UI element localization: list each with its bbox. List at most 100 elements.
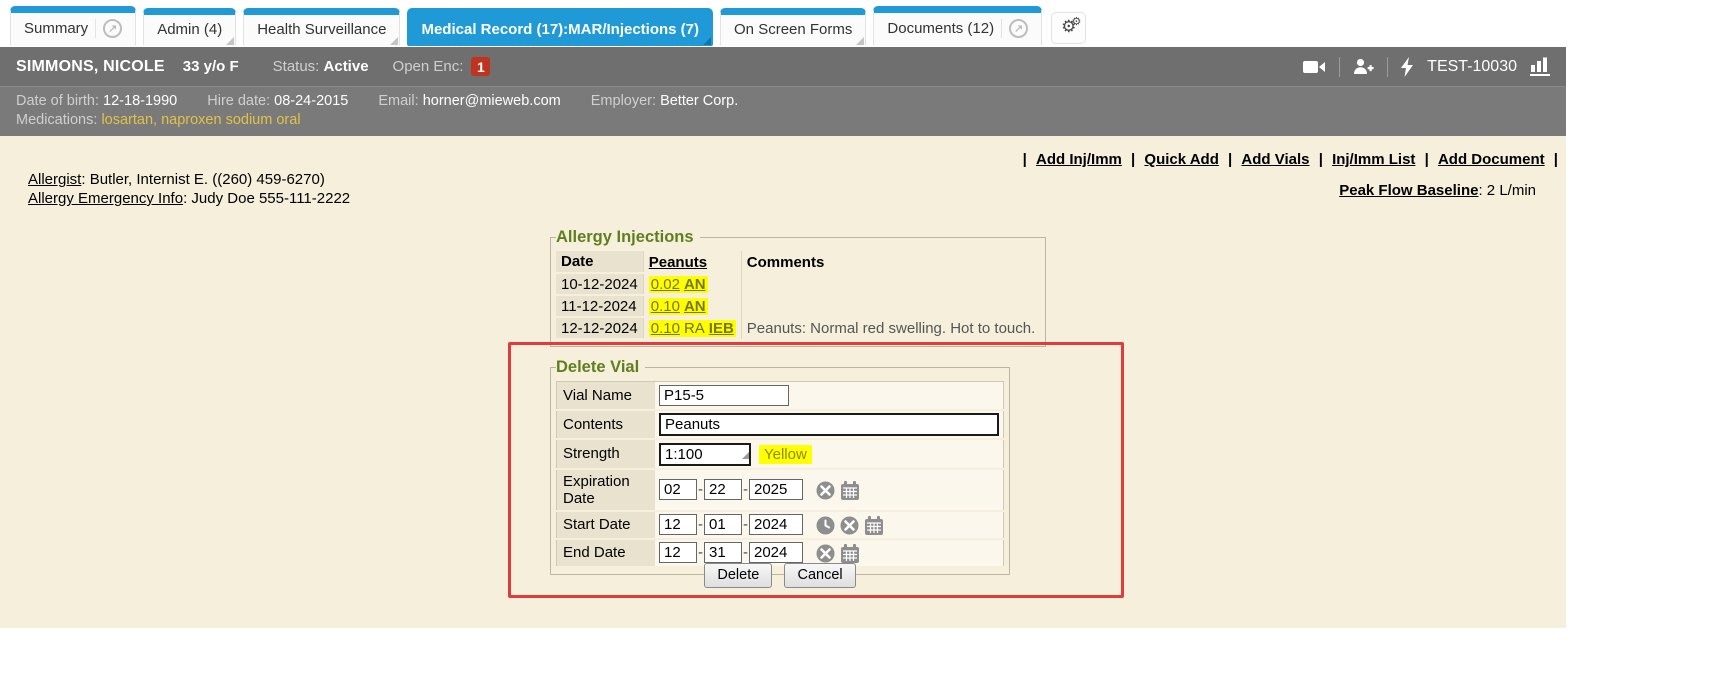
add-document-link[interactable]: Add Document (1438, 151, 1545, 168)
injection-date: 12-12-2024 (556, 317, 643, 339)
allergist-value: : Butler, Internist E. ((260) 459-6270) (81, 171, 324, 188)
popout-icon[interactable] (1009, 19, 1028, 38)
patient-age-sex: 33 y/o F (183, 58, 239, 75)
lightning-bolt-icon[interactable] (1401, 57, 1414, 77)
contents-row: Contents (557, 410, 1004, 439)
dose-link[interactable]: 0.10 (651, 320, 680, 337)
injection-comment: Peanuts: Normal red swelling. Hot to tou… (741, 317, 1040, 339)
allergist-link[interactable]: Allergist (28, 171, 81, 188)
tab-dropdown-corner-icon (703, 37, 711, 45)
gear-small-icon: ⚙ (1071, 15, 1081, 28)
start-day-input[interactable] (704, 514, 742, 535)
status-value: Active (324, 58, 369, 75)
dose-link[interactable]: 0.10 (651, 298, 680, 315)
popout-icon[interactable] (103, 19, 122, 38)
cancel-button[interactable]: Cancel (784, 563, 855, 588)
dob-value: 12-18-1990 (103, 93, 177, 109)
vial-name-row: Vial Name (557, 382, 1004, 410)
allergy-emergency-value: : Judy Doe 555-111-2222 (183, 190, 350, 207)
allergy-injections-table: Date Peanuts Comments 10-12-2024 0.02AN … (556, 251, 1040, 340)
tab-divider (95, 19, 96, 38)
calendar-icon[interactable] (840, 544, 860, 563)
allergist-line: Allergist: Butler, Internist E. ((260) 4… (28, 170, 350, 189)
peanuts-column-link[interactable]: Peanuts (649, 254, 707, 271)
tab-health-surveillance[interactable]: Health Surveillance (243, 8, 400, 46)
injection-dose-cell: 0.02AN (643, 273, 741, 295)
code-link[interactable]: AN (684, 298, 706, 315)
patient-id: TEST-10030 (1427, 58, 1517, 76)
start-date-row: Start Date (557, 511, 1004, 539)
dose-highlight: 0.10AN (649, 298, 708, 315)
pipe-separator (1425, 151, 1429, 168)
tab-on-screen-forms[interactable]: On Screen Forms (720, 8, 866, 46)
table-header-row: Date Peanuts Comments (556, 251, 1040, 273)
code-link[interactable]: AN (684, 276, 706, 293)
tab-summary[interactable]: Summary (10, 6, 136, 46)
expiration-date-cell (655, 469, 1004, 511)
dob-pair: Date of birth: 12-18-1990 (16, 93, 177, 109)
divider (1339, 57, 1340, 77)
tab-documents[interactable]: Documents (12) (873, 6, 1042, 46)
tab-health-surveillance-label: Health Surveillance (257, 21, 386, 38)
info-line-2: Medications: losartannaproxen sodium ora… (16, 111, 1550, 130)
add-inj-imm-link[interactable]: Add Inj/Imm (1036, 151, 1122, 168)
expiration-month-input[interactable] (659, 479, 697, 500)
delete-button[interactable]: Delete (704, 563, 772, 588)
clear-date-icon[interactable] (840, 516, 859, 535)
open-encounters: Open Enc: 1 (393, 57, 491, 76)
vial-name-label: Vial Name (557, 382, 656, 410)
medication-link[interactable]: losartan (101, 112, 153, 128)
vial-name-input[interactable] (659, 385, 789, 406)
peak-flow-link[interactable]: Peak Flow Baseline (1339, 182, 1478, 199)
settings-button[interactable]: ⚙ ⚙ (1051, 12, 1086, 44)
patient-bar-actions: TEST-10030 (1303, 57, 1550, 77)
strength-input[interactable] (659, 443, 751, 466)
allergy-emergency-link[interactable]: Allergy Emergency Info (28, 190, 183, 207)
tab-medical-record-label: Medical Record (17):MAR/Injections (7) (421, 21, 699, 38)
quick-add-link[interactable]: Quick Add (1144, 151, 1218, 168)
calendar-icon[interactable] (864, 516, 884, 535)
tab-divider (1001, 19, 1002, 38)
start-year-input[interactable] (749, 514, 803, 535)
tab-admin[interactable]: Admin (4) (143, 8, 236, 46)
expiration-year-input[interactable] (749, 479, 803, 500)
dob-label: Date of birth: (16, 93, 99, 109)
col-header-date: Date (556, 251, 643, 273)
add-person-icon[interactable] (1353, 58, 1374, 75)
tab-dropdown-corner-icon (226, 37, 234, 45)
inj-imm-list-link[interactable]: Inj/Imm List (1332, 151, 1415, 168)
patient-name: SIMMONS, NICOLE (16, 58, 165, 76)
end-month-input[interactable] (659, 542, 697, 563)
clock-icon[interactable] (816, 516, 835, 535)
add-vials-link[interactable]: Add Vials (1241, 151, 1309, 168)
app-window: Summary Admin (4) Health Surveillance Me… (0, 0, 1566, 628)
video-camera-icon[interactable] (1303, 59, 1326, 75)
hire-date-pair: Hire date: 08-24-2015 (207, 93, 348, 109)
date-separator (743, 516, 748, 533)
resize-grip-icon[interactable] (742, 452, 749, 459)
strength-color-tag: Yellow (759, 445, 812, 464)
open-enc-count-badge[interactable]: 1 (471, 57, 490, 76)
table-row: 11-12-2024 0.10AN (556, 295, 1040, 317)
injection-comment (741, 295, 1040, 317)
dose-link[interactable]: 0.02 (651, 276, 680, 293)
tab-dropdown-corner-icon (856, 37, 864, 45)
start-month-input[interactable] (659, 514, 697, 535)
clear-date-icon[interactable] (816, 544, 835, 563)
medications-label: Medications: (16, 112, 97, 128)
end-date-icons (816, 544, 860, 563)
end-day-input[interactable] (704, 542, 742, 563)
expiration-day-input[interactable] (704, 479, 742, 500)
strength-row: Strength Yellow (557, 439, 1004, 469)
end-year-input[interactable] (749, 542, 803, 563)
contents-input[interactable] (659, 413, 999, 436)
dialog-buttons: Delete Cancel (550, 563, 1010, 588)
medication-link[interactable]: naproxen sodium oral (153, 112, 301, 128)
contents-label: Contents (557, 410, 656, 439)
calendar-icon[interactable] (840, 481, 860, 500)
code-link[interactable]: IEB (709, 320, 734, 337)
tab-medical-record[interactable]: Medical Record (17):MAR/Injections (7) (407, 8, 713, 46)
clear-date-icon[interactable] (816, 481, 835, 500)
flowsheet-chart-icon[interactable] (1530, 57, 1550, 76)
employer-value: Better Corp. (660, 93, 738, 109)
